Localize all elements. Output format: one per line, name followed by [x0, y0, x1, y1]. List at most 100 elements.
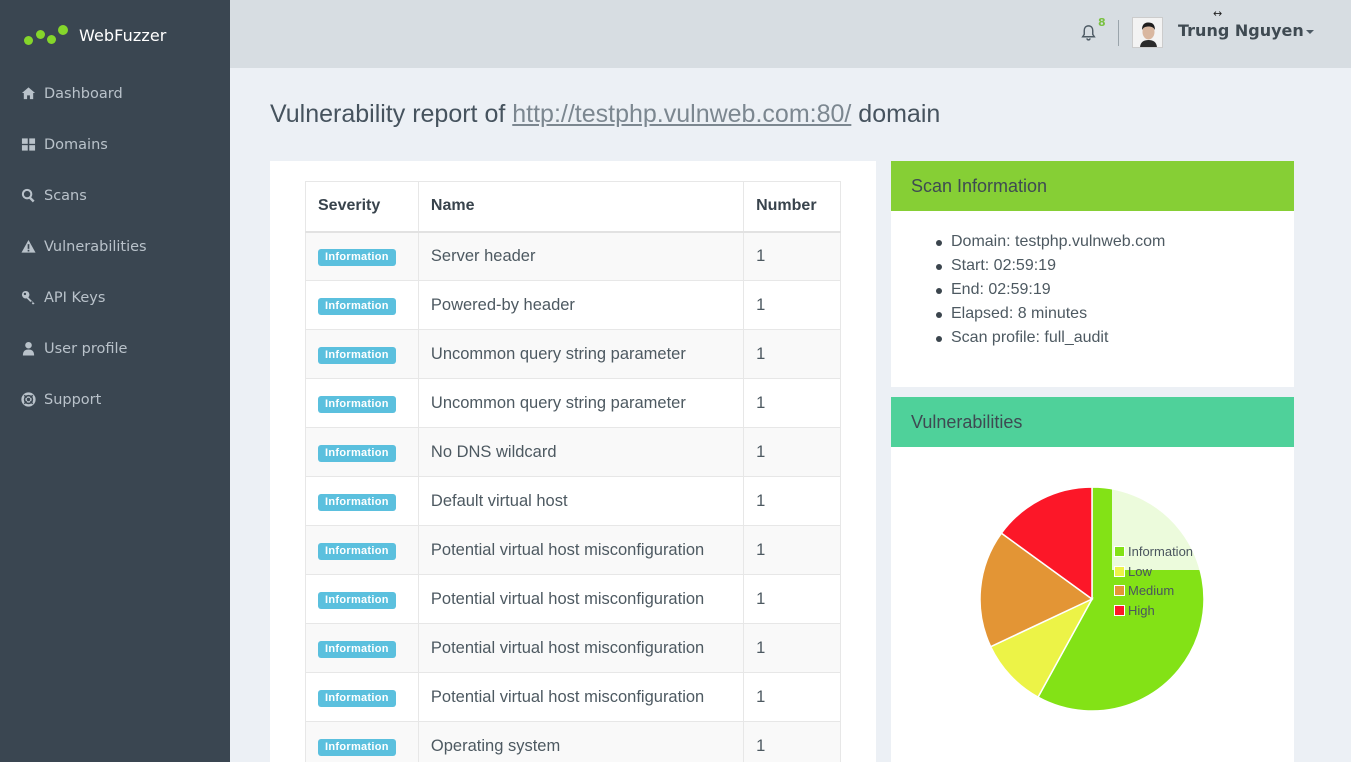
severity-cell: Information [305, 525, 419, 575]
severity-badge: Information [318, 739, 396, 756]
avatar[interactable] [1132, 17, 1163, 48]
name-cell: Default virtual host [417, 476, 745, 526]
number-cell: 1 [743, 378, 841, 428]
lifebuoy-icon [20, 392, 36, 408]
scan-information-panel: Scan Information Domain: testphp.vulnweb… [891, 161, 1294, 387]
sidebar-item-label: Vulnerabilities [44, 238, 147, 255]
sidebar-item-vulnerabilities[interactable]: Vulnerabilities [0, 221, 230, 272]
topbar-divider [1118, 20, 1119, 46]
legend-swatch [1114, 604, 1125, 616]
bell-icon[interactable] [1080, 24, 1098, 42]
vulnerability-table: Severity Name Number Information Server h… [305, 181, 841, 762]
user-name[interactable]: Trung Nguyen [1178, 21, 1304, 40]
page-title-prefix: Vulnerability report of [270, 100, 513, 128]
table-row: Information Default virtual host 1 [305, 476, 841, 526]
sidebar-item-scans[interactable]: Scans [0, 170, 230, 221]
name-cell: Uncommon query string parameter [417, 378, 745, 428]
scan-info-end: End: 02:59:19 [936, 281, 1294, 305]
legend-item[interactable]: Medium [1114, 581, 1193, 601]
grid-icon [20, 137, 36, 153]
severity-badge: Information [318, 592, 396, 609]
legend-item[interactable]: Low [1114, 562, 1193, 582]
scan-info-start: Start: 02:59:19 [936, 257, 1294, 281]
number-cell: 1 [743, 672, 841, 722]
severity-badge: Information [318, 494, 396, 511]
number-cell: 1 [743, 623, 841, 673]
scan-information-list: Domain: testphp.vulnweb.com Start: 02:59… [936, 233, 1294, 353]
name-cell: Powered-by header [417, 280, 745, 330]
table-row: Information Powered-by header 1 [305, 280, 841, 330]
severity-cell: Information [305, 574, 419, 624]
scan-info-domain: Domain: testphp.vulnweb.com [936, 233, 1294, 257]
legend-item[interactable]: High [1114, 601, 1193, 621]
severity-cell: Information [305, 231, 419, 281]
severity-badge: Information [318, 298, 396, 315]
table-body: Information Server header 1 Information Powe… [305, 231, 841, 762]
home-icon [20, 86, 36, 102]
table-row: Information Potential virtual host miscon… [305, 672, 841, 722]
domain-link[interactable]: http://testphp.vulnweb.com:80/ [512, 100, 851, 128]
vulnerability-table-panel: Severity Name Number Information Server h… [270, 161, 876, 762]
severity-cell: Information [305, 623, 419, 673]
sidebar-nav: Dashboard Domains Scans Vulnerabilities … [0, 68, 230, 425]
legend-label: Information [1128, 544, 1194, 560]
table-row: Information No DNS wildcard 1 [305, 427, 841, 477]
sidebar-item-domains[interactable]: Domains [0, 119, 230, 170]
severity-badge: Information [318, 641, 396, 658]
legend-item[interactable]: Information [1114, 542, 1193, 562]
brand-name: WebFuzzer [79, 25, 167, 45]
name-cell: Potential virtual host misconfiguration [417, 672, 745, 722]
sidebar-item-label: Support [44, 391, 102, 408]
severity-cell: Information [305, 672, 419, 722]
vulnerabilities-panel: Vulnerabilities Information Low Medium High [891, 397, 1294, 762]
key-icon [20, 290, 36, 306]
sidebar: WebFuzzer Dashboard Domains Scans Vulner… [0, 0, 230, 762]
vulnerabilities-title: Vulnerabilities [891, 397, 1294, 447]
column-header-name[interactable]: Name [417, 181, 745, 233]
sidebar-item-user-profile[interactable]: User profile [0, 323, 230, 374]
sidebar-item-label: Domains [44, 136, 108, 153]
number-cell: 1 [743, 280, 841, 330]
page-title: Vulnerability report of http://testphp.v… [270, 100, 940, 129]
sidebar-item-label: User profile [44, 340, 128, 357]
user-icon [20, 341, 36, 357]
severity-badge: Information [318, 396, 396, 413]
column-header-severity[interactable]: Severity [305, 181, 419, 233]
severity-badge: Information [318, 249, 396, 267]
name-cell: No DNS wildcard [417, 427, 745, 477]
table-row: Information Potential virtual host miscon… [305, 574, 841, 624]
legend-label: Medium [1128, 583, 1175, 599]
page-title-suffix: domain [851, 100, 941, 128]
brand-logo-icon [24, 22, 70, 48]
table-row: Information Operating system 1 [305, 721, 841, 762]
sidebar-item-support[interactable]: Support [0, 374, 230, 425]
sidebar-item-dashboard[interactable]: Dashboard [0, 68, 230, 119]
column-header-number[interactable]: Number [743, 181, 841, 233]
chevron-down-icon[interactable] [1306, 30, 1314, 34]
warning-icon [20, 239, 36, 255]
table-row: Information Server header 1 [305, 231, 841, 281]
chart-legend: Information Low Medium High [1114, 542, 1193, 620]
brand[interactable]: WebFuzzer [24, 22, 166, 48]
severity-cell: Information [305, 280, 419, 330]
severity-badge: Information [318, 690, 396, 707]
table-row: Information Potential virtual host miscon… [305, 525, 841, 575]
search-icon [20, 188, 36, 204]
table-row: Information Uncommon query string paramet… [305, 329, 841, 379]
sidebar-item-label: Dashboard [44, 85, 123, 102]
table-row: Information Uncommon query string paramet… [305, 378, 841, 428]
legend-swatch [1114, 565, 1125, 577]
severity-badge: Information [318, 445, 396, 462]
severity-cell: Information [305, 378, 419, 428]
name-cell: Potential virtual host misconfiguration [417, 623, 745, 673]
legend-label: High [1128, 602, 1155, 618]
sidebar-item-api-keys[interactable]: API Keys [0, 272, 230, 323]
vulnerabilities-chart: Information Low Medium High [891, 447, 1294, 762]
name-cell: Potential virtual host misconfiguration [417, 525, 745, 575]
severity-cell: Information [305, 427, 419, 477]
severity-cell: Information [305, 721, 419, 762]
name-cell: Operating system [417, 721, 745, 762]
table-header-row: Severity Name Number [305, 181, 841, 233]
sidebar-item-label: Scans [44, 187, 87, 204]
number-cell: 1 [743, 476, 841, 526]
